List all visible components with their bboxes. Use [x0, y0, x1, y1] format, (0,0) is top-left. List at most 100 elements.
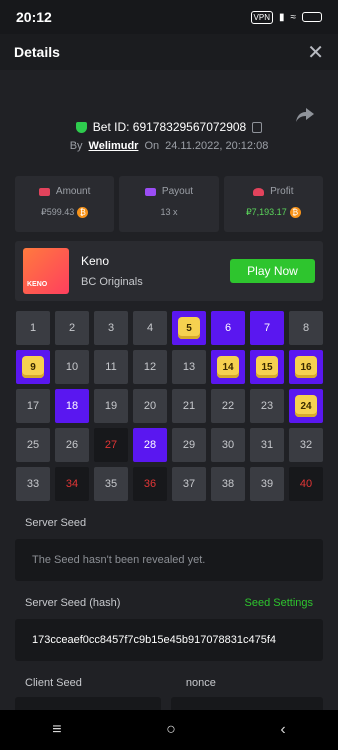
keno-cell: 4: [133, 311, 167, 345]
keno-cell: 2: [55, 311, 89, 345]
stats-row: Amount ₽599.43 ₿ Payout 13 x Profit ₽7,19…: [0, 176, 338, 232]
share-icon[interactable]: [296, 108, 314, 122]
keno-cell: 28: [133, 428, 167, 462]
bet-author-row: By Welimudr On 24.11.2022, 20:12:08: [0, 140, 338, 152]
hash-label-row: Server Seed (hash) Seed Settings: [25, 597, 313, 609]
home-icon[interactable]: ○: [166, 721, 176, 739]
keno-cell: 10: [55, 350, 89, 384]
keno-cell: 7: [250, 311, 284, 345]
stat-amount: Amount ₽599.43 ₿: [15, 176, 115, 232]
wifi-icon: ≈: [290, 11, 297, 23]
keno-cell: 40: [289, 467, 323, 501]
profit-icon: [253, 187, 265, 196]
keno-cell: 20: [133, 389, 167, 423]
stat-profit: Profit ₽7,193.17 ₿: [223, 176, 323, 232]
keno-cell: 3: [94, 311, 128, 345]
keno-cell: 12: [133, 350, 167, 384]
keno-cell: 39: [250, 467, 284, 501]
client-nonce-labels: Client Seed nonce: [25, 677, 313, 689]
keno-cell: 21: [172, 389, 206, 423]
status-icons: VPN ▮ ≈: [250, 10, 322, 24]
keno-cell: 37: [172, 467, 206, 501]
close-button[interactable]: ✕: [307, 40, 324, 65]
payout-label: Payout: [161, 186, 194, 197]
gem-icon: 15: [256, 356, 278, 378]
amount-label: Amount: [55, 186, 91, 197]
stat-payout: Payout 13 x: [119, 176, 219, 232]
signal-icon: ▮: [278, 11, 285, 23]
keno-cell: 1: [16, 311, 50, 345]
gem-icon: 16: [295, 356, 317, 378]
menu-icon[interactable]: ≡: [52, 721, 61, 739]
server-seed-hash-field[interactable]: 173cceaef0cc8457f7c9b15e45b917078831c475…: [15, 619, 323, 661]
gem-icon: 9: [22, 356, 44, 378]
share-row: [0, 70, 338, 130]
keno-cell: 13: [172, 350, 206, 384]
bitcoin-icon: ₿: [77, 207, 89, 218]
keno-cell: 35: [94, 467, 128, 501]
keno-cell: 18: [55, 389, 89, 423]
wager-icon: [38, 187, 50, 196]
keno-cell: 38: [211, 467, 245, 501]
keno-cell: 6: [211, 311, 245, 345]
keno-cell: 34: [55, 467, 89, 501]
keno-cell: 30: [211, 428, 245, 462]
keno-cell: 5: [172, 311, 206, 345]
keno-cell: 8: [289, 311, 323, 345]
keno-cell: 36: [133, 467, 167, 501]
gem-icon: 14: [217, 356, 239, 378]
play-now-button[interactable]: Play Now: [230, 259, 315, 283]
server-seed-label: Server Seed: [25, 517, 87, 529]
server-seed-hash-label: Server Seed (hash): [25, 597, 121, 609]
server-seed-field: The Seed hasn't been revealed yet.: [15, 539, 323, 581]
client-seed-label: Client Seed: [25, 677, 82, 689]
keno-cell: 16: [289, 350, 323, 384]
header: Details ✕: [0, 34, 338, 70]
keno-cell: 26: [55, 428, 89, 462]
keno-cell: 29: [172, 428, 206, 462]
profit-label: Profit: [270, 186, 294, 197]
payout-icon: [144, 187, 156, 196]
game-info: Keno BC Originals: [81, 254, 143, 288]
keno-cell: 22: [211, 389, 245, 423]
username-link[interactable]: Welimudr: [89, 140, 139, 152]
seed-settings-link[interactable]: Seed Settings: [245, 597, 314, 609]
status-bar: 20:12 VPN ▮ ≈: [0, 0, 338, 34]
battery-icon: [302, 12, 322, 22]
keno-cell: 19: [94, 389, 128, 423]
game-card: KENO Keno BC Originals Play Now: [15, 241, 323, 301]
keno-thumbnail[interactable]: KENO: [23, 248, 69, 294]
page-title: Details: [14, 44, 60, 60]
client-seed-field[interactable]: [15, 697, 161, 710]
keno-cell: 32: [289, 428, 323, 462]
bet-details-panel: Details ✕ Bet ID: 69178329567072908 By W…: [0, 34, 338, 710]
keno-cell: 14: [211, 350, 245, 384]
keno-cell: 9: [16, 350, 50, 384]
keno-cell: 25: [16, 428, 50, 462]
gem-icon: 24: [295, 395, 317, 417]
keno-cell: 23: [250, 389, 284, 423]
back-icon[interactable]: ‹: [280, 721, 285, 739]
amount-value: ₽599.43: [41, 207, 75, 217]
system-nav-bar: ≡ ○ ‹: [0, 710, 338, 750]
keno-grid: 1 2 3 4 5 6 7 8 9 10 11 12 13 14 15 16 17 18 19 20 21 22 23 24 2…: [16, 311, 323, 501]
keno-cell: 11: [94, 350, 128, 384]
keno-cell: 24: [289, 389, 323, 423]
game-provider: BC Originals: [81, 276, 143, 288]
payout-value: 13 x: [160, 207, 178, 217]
on-label: On: [144, 140, 160, 152]
keno-cell: 33: [16, 467, 50, 501]
profit-value: ₽7,193.17: [245, 207, 287, 217]
gem-icon: 5: [178, 317, 200, 339]
game-name: Keno: [81, 254, 110, 268]
vpn-icon: VPN: [250, 10, 273, 24]
by-label: By: [69, 140, 83, 152]
client-nonce-fields: [15, 697, 323, 710]
keno-thumb-label: KENO: [27, 281, 48, 288]
keno-cell: 31: [250, 428, 284, 462]
nonce-field[interactable]: [171, 697, 323, 710]
keno-cell: 17: [16, 389, 50, 423]
keno-cell: 15: [250, 350, 284, 384]
bet-date: 24.11.2022, 20:12:08: [165, 140, 269, 152]
bitcoin-icon: ₿: [289, 207, 301, 218]
